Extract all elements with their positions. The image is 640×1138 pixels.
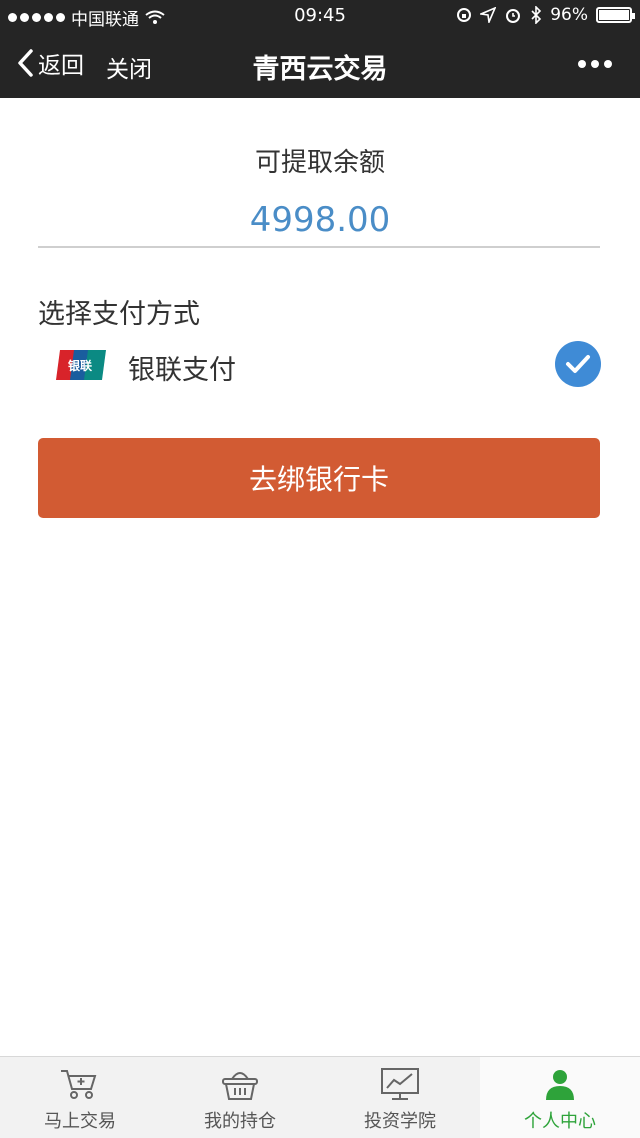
bluetooth-icon [531, 6, 542, 24]
payment-section-label: 选择支付方式 [38, 299, 200, 330]
status-right: 96% [456, 5, 635, 25]
tab-label: 投资学院 [364, 1111, 436, 1132]
basket-icon [220, 1065, 260, 1103]
tab-label: 马上交易 [44, 1111, 116, 1132]
tab-holdings[interactable]: 我的持仓 [160, 1057, 320, 1138]
tab-label: 个人中心 [524, 1111, 596, 1132]
check-icon[interactable] [555, 341, 601, 387]
tab-trade[interactable]: 马上交易 [0, 1057, 160, 1138]
top-bar: 中国联通 09:45 96% 返回 关闭 青西云交易 [0, 0, 640, 98]
person-icon [542, 1065, 578, 1103]
tab-profile[interactable]: 个人中心 [480, 1057, 640, 1138]
battery-percent: 96% [550, 5, 588, 25]
tab-academy[interactable]: 投资学院 [320, 1057, 480, 1138]
unionpay-logo-icon: 银联 [56, 350, 106, 380]
divider [38, 246, 600, 248]
alarm-icon [506, 9, 521, 23]
tab-label: 我的持仓 [204, 1111, 276, 1132]
chart-board-icon [379, 1065, 421, 1103]
nav-bar: 返回 关闭 青西云交易 [0, 34, 640, 98]
balance-value: 4998.00 [249, 200, 391, 240]
battery-icon [596, 7, 635, 23]
status-bar: 中国联通 09:45 96% [0, 0, 640, 32]
location-icon [480, 7, 497, 23]
more-options-icon[interactable] [578, 60, 612, 68]
tab-bar: 马上交易 我的持仓 投资学院 个人中心 [0, 1056, 640, 1138]
page-title: 青西云交易 [252, 54, 388, 85]
svg-text:银联: 银联 [68, 358, 92, 373]
cart-icon [59, 1065, 101, 1103]
balance-label: 可提取余额 [254, 148, 385, 178]
rotation-lock-icon [457, 8, 472, 22]
payment-method-name[interactable]: 银联支付 [128, 348, 236, 387]
bind-bank-card-button[interactable]: 去绑银行卡 [38, 438, 600, 518]
